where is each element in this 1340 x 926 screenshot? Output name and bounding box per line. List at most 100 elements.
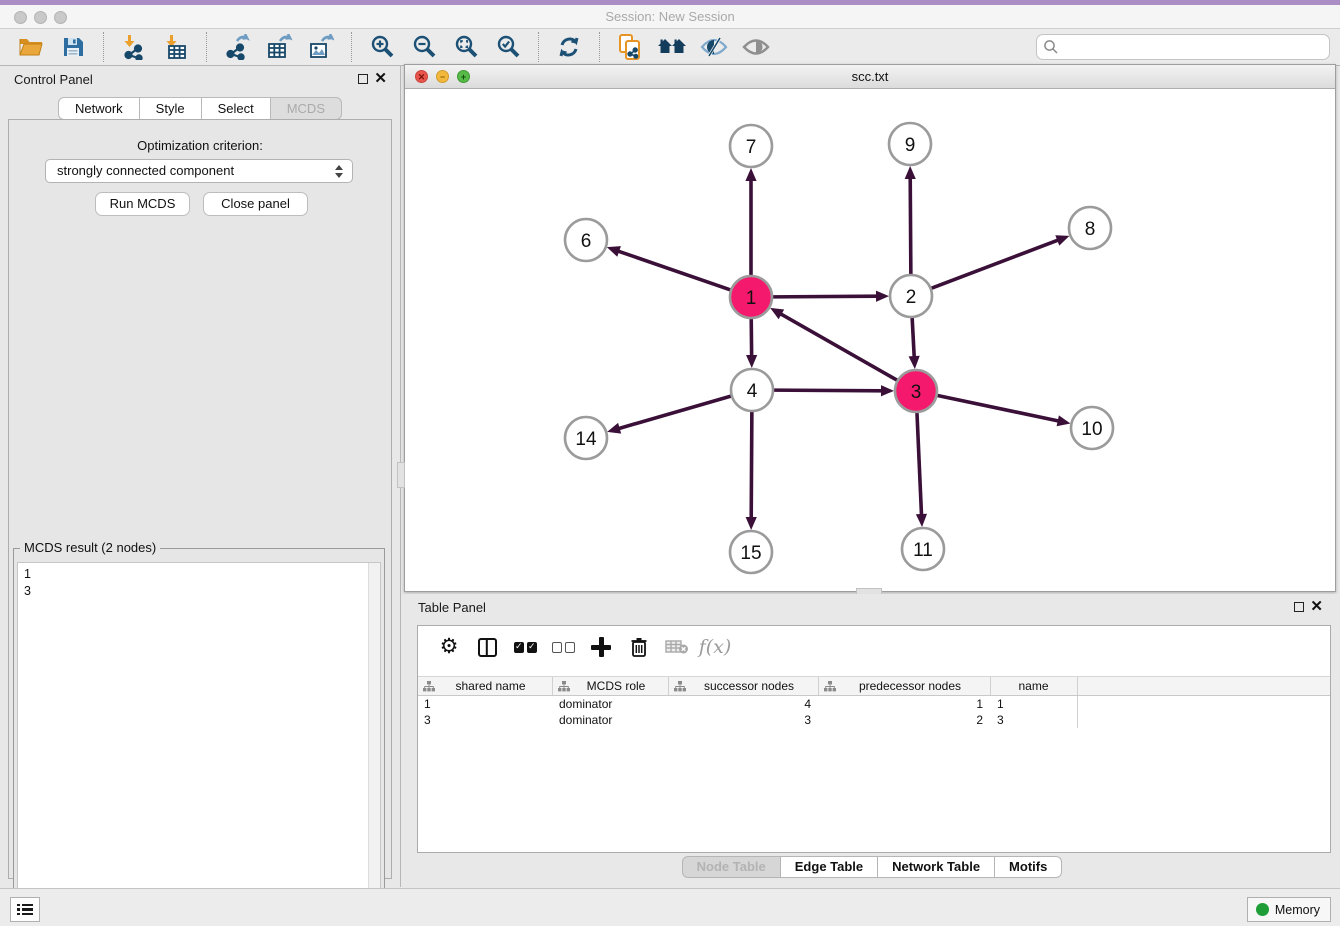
network-node-6[interactable]: 6 xyxy=(565,219,607,261)
network-node-3[interactable]: 3 xyxy=(895,370,937,412)
network-node-7[interactable]: 7 xyxy=(730,125,772,167)
deselect-all-checkboxes-icon[interactable] xyxy=(550,634,576,660)
cell-name[interactable]: 1 xyxy=(991,696,1078,712)
table-toolbar: ⚙ f(x) xyxy=(418,626,1330,668)
clone-network-icon[interactable] xyxy=(615,32,645,62)
select-all-checkboxes-icon[interactable] xyxy=(512,634,538,660)
network-node-14[interactable]: 14 xyxy=(565,417,607,459)
network-node-1[interactable]: 1 xyxy=(730,276,772,318)
cell-predecessor-nodes[interactable]: 1 xyxy=(819,696,991,712)
table-panel: Table Panel ✕ ⚙ f(x) shared name xyxy=(404,594,1340,886)
column-header[interactable]: predecessor nodes xyxy=(819,677,991,695)
show-panel-eye-icon xyxy=(741,32,771,62)
task-history-button[interactable] xyxy=(10,897,40,922)
edge-2-8[interactable] xyxy=(932,240,1060,288)
vertical-splitter-grip[interactable] xyxy=(397,462,405,488)
cell-successor-nodes[interactable]: 3 xyxy=(669,712,819,728)
cell-mcds-role[interactable]: dominator xyxy=(553,696,669,712)
column-header[interactable]: successor nodes xyxy=(669,677,819,695)
tab-style[interactable]: Style xyxy=(140,97,202,120)
edge-2-9[interactable] xyxy=(910,177,911,274)
delete-icon[interactable] xyxy=(626,634,652,660)
mcds-tab-pane: Optimization criterion: strongly connect… xyxy=(8,119,392,879)
close-panel-icon[interactable]: ✕ xyxy=(374,70,387,88)
tab-select[interactable]: Select xyxy=(202,97,271,120)
run-mcds-button[interactable]: Run MCDS xyxy=(95,192,190,216)
table-row[interactable]: 1 dominator 4 1 1 xyxy=(418,696,1330,712)
zoom-selected-icon[interactable] xyxy=(493,32,523,62)
network-canvas[interactable]: 7 9 6 8 1 2 4 3 14 10 15 11 xyxy=(405,89,1335,591)
memory-button[interactable]: Memory xyxy=(1247,897,1331,922)
close-panel-button[interactable]: Close panel xyxy=(203,192,308,216)
network-node-11[interactable]: 11 xyxy=(902,528,944,570)
refresh-layout-icon[interactable] xyxy=(554,32,584,62)
tab-edge-table[interactable]: Edge Table xyxy=(781,856,878,878)
network-node-15[interactable]: 15 xyxy=(730,531,772,573)
network-node-10[interactable]: 10 xyxy=(1071,407,1113,449)
edge-3-10[interactable] xyxy=(938,396,1060,422)
network-node-8[interactable]: 8 xyxy=(1069,207,1111,249)
tab-mcds[interactable]: MCDS xyxy=(271,97,342,120)
result-line: 3 xyxy=(24,583,364,600)
result-line: 1 xyxy=(24,566,364,583)
status-bar: Memory xyxy=(0,888,1340,926)
import-network-icon[interactable] xyxy=(119,32,149,62)
node-table[interactable]: shared name MCDS role successor nodes pr… xyxy=(418,676,1330,728)
export-image-icon[interactable] xyxy=(306,32,336,62)
table-panel-tabs: Node Table Edge Table Network Table Moti… xyxy=(404,856,1340,878)
gear-icon[interactable]: ⚙ xyxy=(436,634,462,660)
open-file-icon[interactable] xyxy=(16,32,46,62)
node-label: 10 xyxy=(1081,419,1102,440)
window-title: Session: New Session xyxy=(0,9,1340,24)
edge-3-1[interactable] xyxy=(780,313,897,380)
network-view-titlebar[interactable]: ✕ − + scc.txt xyxy=(405,65,1335,89)
cell-predecessor-nodes[interactable]: 2 xyxy=(819,712,991,728)
export-network-icon[interactable] xyxy=(222,32,252,62)
network-node-2[interactable]: 2 xyxy=(890,275,932,317)
cell-mcds-role[interactable]: dominator xyxy=(553,712,669,728)
split-columns-icon[interactable] xyxy=(474,634,500,660)
criterion-dropdown[interactable]: strongly connected component xyxy=(45,159,353,183)
zoom-in-icon[interactable] xyxy=(367,32,397,62)
column-header[interactable]: MCDS role xyxy=(553,677,669,695)
cell-shared-name[interactable]: 3 xyxy=(418,712,553,728)
table-row[interactable]: 3 dominator 3 2 3 xyxy=(418,712,1330,728)
tab-node-table[interactable]: Node Table xyxy=(682,856,781,878)
mcds-result-textarea[interactable]: 1 3 xyxy=(17,562,381,926)
edge-1-6[interactable] xyxy=(617,251,730,290)
import-table-icon[interactable] xyxy=(161,32,191,62)
cell-shared-name[interactable]: 1 xyxy=(418,696,553,712)
edge-2-3[interactable] xyxy=(912,318,914,358)
export-table-icon[interactable] xyxy=(264,32,294,62)
zoom-fit-icon[interactable] xyxy=(451,32,481,62)
column-header[interactable]: name xyxy=(991,677,1078,695)
cell-successor-nodes[interactable]: 4 xyxy=(669,696,819,712)
network-node-9[interactable]: 9 xyxy=(889,123,931,165)
memory-label: Memory xyxy=(1275,903,1320,917)
home-network-icon[interactable] xyxy=(657,32,687,62)
network-node-4[interactable]: 4 xyxy=(731,369,773,411)
tab-motifs[interactable]: Motifs xyxy=(995,856,1062,878)
column-header[interactable]: shared name xyxy=(418,677,553,695)
float-panel-icon[interactable] xyxy=(1294,602,1304,612)
add-column-icon[interactable] xyxy=(588,634,614,660)
edge-3-11[interactable] xyxy=(917,413,922,516)
result-scrollbar[interactable] xyxy=(368,563,380,925)
edge-1-2[interactable] xyxy=(773,296,878,297)
cell-name[interactable]: 3 xyxy=(991,712,1078,728)
edge-4-3[interactable] xyxy=(774,390,883,391)
hide-panel-eye-slash-icon[interactable] xyxy=(699,32,729,62)
tab-network[interactable]: Network xyxy=(58,97,140,120)
zoom-out-icon[interactable] xyxy=(409,32,439,62)
search-field[interactable] xyxy=(1036,34,1330,60)
edge-4-15[interactable] xyxy=(751,412,752,519)
float-panel-icon[interactable] xyxy=(358,74,368,84)
main-toolbar xyxy=(0,29,1340,66)
search-input[interactable] xyxy=(1036,34,1330,60)
arrowhead-icon xyxy=(876,291,889,302)
arrowhead-icon xyxy=(746,355,757,368)
close-panel-icon[interactable]: ✕ xyxy=(1310,598,1323,616)
edge-4-14[interactable] xyxy=(618,396,731,429)
tab-network-table[interactable]: Network Table xyxy=(878,856,995,878)
save-session-icon[interactable] xyxy=(58,32,88,62)
